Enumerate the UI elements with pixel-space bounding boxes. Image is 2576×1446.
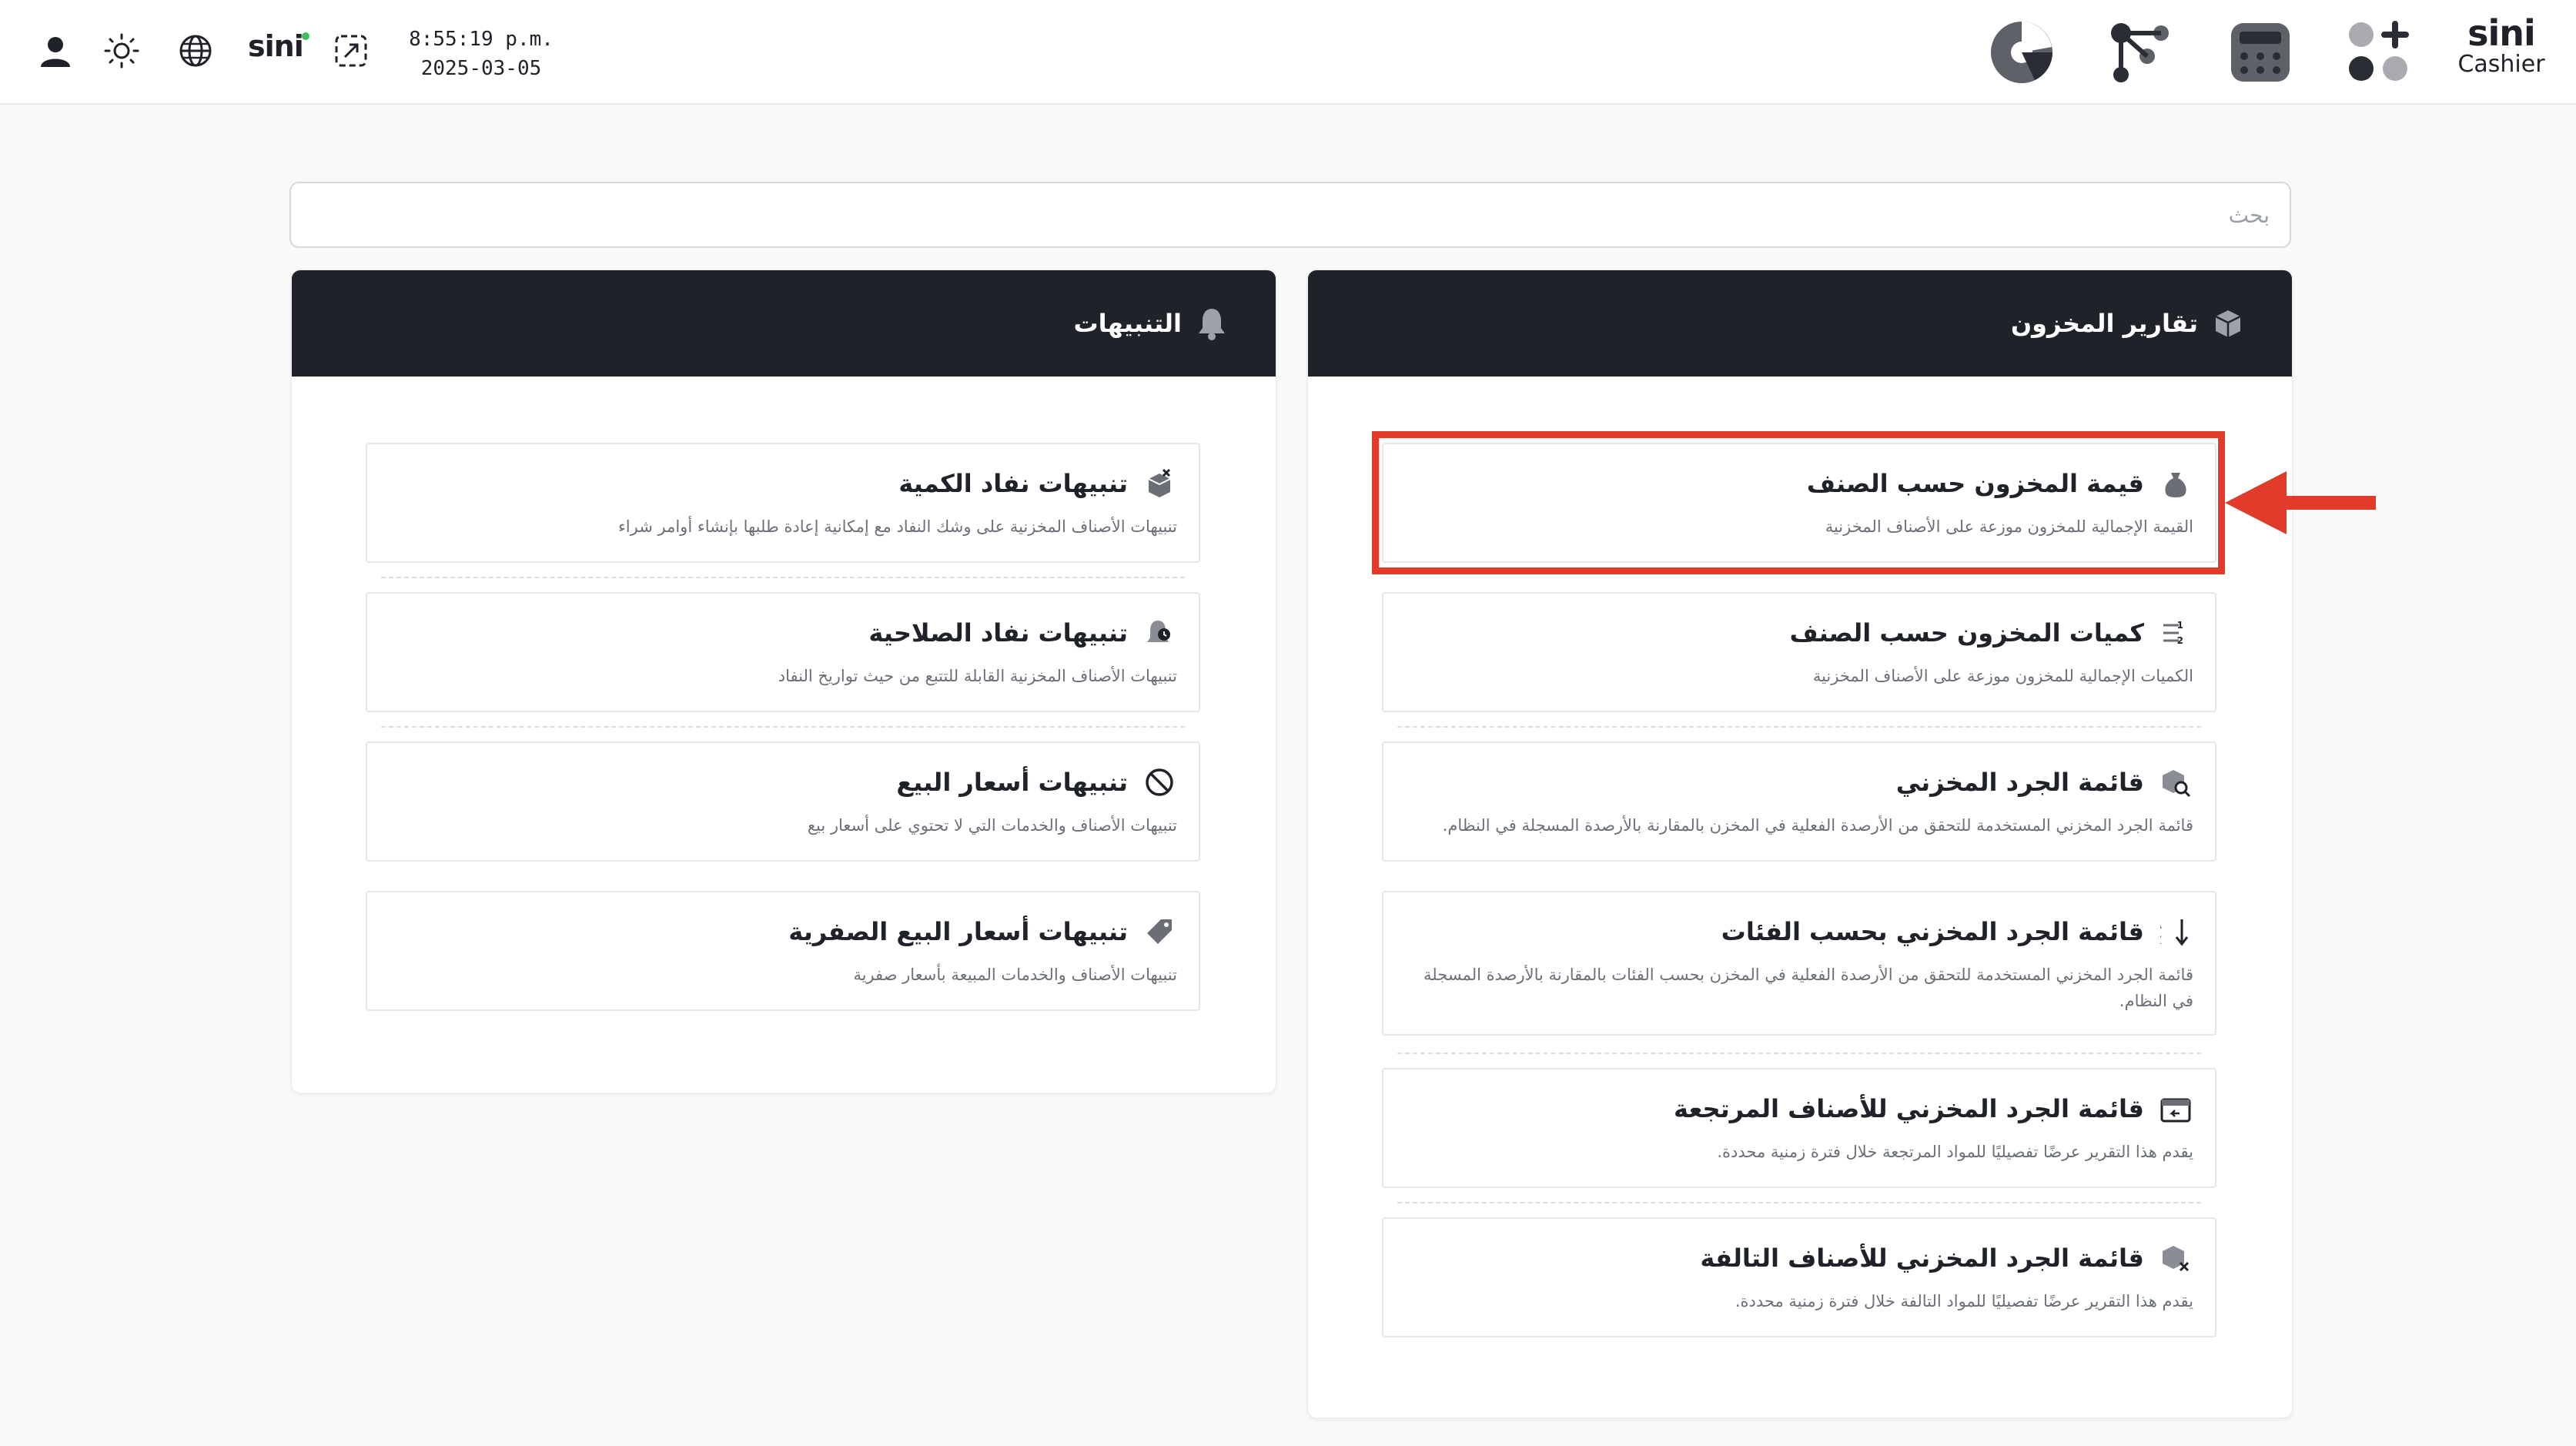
alert-title: تنبيهات نفاد الكمية <box>898 469 1128 498</box>
alerts-panel-title: التنبيهات <box>1073 309 1182 338</box>
box-return-icon <box>2158 1091 2193 1126</box>
list-numbers-icon: 12 <box>2158 615 2193 651</box>
report-desc: يقدم هذا التقرير عرضًا تفصيليًا للمواد ا… <box>1717 1143 2193 1161</box>
alert-card-expiry[interactable]: تنبيهات نفاد الصلاحية تنبيهات الأصناف ال… <box>366 592 1200 712</box>
box-search-icon <box>2158 765 2193 800</box>
box-damaged-icon <box>2158 1240 2193 1276</box>
alert-title: تنبيهات أسعار البيع <box>896 768 1128 797</box>
logo-small-text: sini <box>248 29 304 63</box>
divider <box>381 726 1185 728</box>
alert-card-zero-price[interactable]: تنبيهات أسعار البيع الصفرية تنبيهات الأص… <box>366 891 1200 1011</box>
report-card-returned-items[interactable]: قائمة الجرد المخزني للأصناف المرتجعة يقد… <box>1382 1068 2216 1188</box>
brightness-icon[interactable] <box>99 28 145 74</box>
user-icon[interactable] <box>32 28 79 74</box>
report-title: قائمة الجرد المخزني بحسب الفئات <box>1721 917 2144 946</box>
svg-text:A: A <box>2160 919 2162 932</box>
package-icon <box>2210 306 2246 341</box>
report-card-stock-quantity[interactable]: 12 كميات المخزون حسب الصنف الكميات الإجم… <box>1382 592 2216 712</box>
workflow-icon[interactable] <box>2103 15 2177 89</box>
bell-clock-icon <box>1142 615 1177 651</box>
highlight-box <box>1372 431 2225 574</box>
report-title: قائمة الجرد المخزني للأصناف المرتجعة <box>1674 1094 2144 1123</box>
globe-icon[interactable] <box>172 28 219 74</box>
brand-subtitle: Cashier <box>2457 51 2545 78</box>
alert-card-sale-price[interactable]: تنبيهات أسعار البيع تنبيهات الأصناف والخ… <box>366 741 1200 862</box>
top-bar: sini 8:55:19 p.m. 2025-03-05 sini Cashie… <box>0 0 2576 105</box>
report-title: قائمة الجرد المخزني <box>1895 768 2144 797</box>
report-title: قائمة الجرد المخزني للأصناف التالفة <box>1700 1243 2144 1273</box>
divider <box>1397 1053 2201 1054</box>
clock-time: 8:55:19 p.m. <box>409 28 554 51</box>
box-x-icon <box>1142 466 1177 501</box>
apps-add-icon[interactable] <box>2342 15 2416 89</box>
inventory-panel-title: تقارير المخزون <box>2010 309 2198 338</box>
report-desc: قائمة الجرد المخزني المستخدمة للتحقق من … <box>1423 966 2193 1010</box>
alert-desc: تنبيهات الأصناف والخدمات التي لا تحتوي ع… <box>807 816 1177 835</box>
alert-desc: تنبيهات الأصناف المخزنية القابلة للتتبع … <box>778 667 1177 685</box>
report-desc: الكميات الإجمالية للمخزون موزعة على الأص… <box>1812 667 2193 685</box>
divider <box>1397 726 2201 728</box>
alert-title: تنبيهات نفاد الصلاحية <box>868 618 1128 648</box>
divider <box>381 577 1185 578</box>
divider <box>1397 1202 2201 1203</box>
inventory-panel-header: تقارير المخزون <box>1308 270 2292 377</box>
pointer-arrow-icon <box>2225 471 2376 534</box>
sort-az-icon: AZ <box>2158 914 2193 949</box>
clock-date: 2025-03-05 <box>420 57 542 80</box>
svg-text:2: 2 <box>2177 635 2183 646</box>
brand-name: sini <box>2467 12 2536 54</box>
report-desc: يقدم هذا التقرير عرضًا تفصيليًا للمواد ا… <box>1735 1292 2193 1310</box>
alerts-panel-header: التنبيهات <box>292 270 1276 377</box>
bell-icon <box>1194 306 1229 341</box>
tag-icon <box>1142 914 1177 949</box>
fullscreen-icon[interactable] <box>328 28 374 74</box>
ban-icon <box>1142 765 1177 800</box>
report-title: كميات المخزون حسب الصنف <box>1789 618 2144 648</box>
sini-logo[interactable]: sini <box>248 29 309 63</box>
report-desc: قائمة الجرد المخزني المستخدمة للتحقق من … <box>1442 816 2193 835</box>
alert-desc: تنبيهات الأصناف المخزنية على وشك النفاد … <box>617 517 1177 536</box>
alert-card-quantity[interactable]: تنبيهات نفاد الكمية تنبيهات الأصناف المخ… <box>366 443 1200 563</box>
search-input[interactable] <box>289 182 2291 248</box>
report-card-inventory-list[interactable]: قائمة الجرد المخزني قائمة الجرد المخزني … <box>1382 741 2216 862</box>
clock: 8:55:19 p.m. 2025-03-05 <box>400 25 562 83</box>
svg-text:Z: Z <box>2160 935 2162 947</box>
report-card-damaged-items[interactable]: قائمة الجرد المخزني للأصناف التالفة يقدم… <box>1382 1217 2216 1337</box>
alert-title: تنبيهات أسعار البيع الصفرية <box>788 917 1128 946</box>
brand-logo[interactable]: sini Cashier <box>2451 14 2551 77</box>
alert-desc: تنبيهات الأصناف والخدمات المبيعة بأسعار … <box>853 966 1177 984</box>
calculator-icon[interactable] <box>2223 15 2297 89</box>
report-card-inventory-by-category[interactable]: AZ قائمة الجرد المخزني بحسب الفئات قائمة… <box>1382 891 2216 1036</box>
alerts-panel: التنبيهات تنبيهات نفاد الكمية تنبيهات ال… <box>291 269 1276 1093</box>
svg-text:1: 1 <box>2177 620 2183 631</box>
pie-chart-icon[interactable] <box>1985 15 2059 89</box>
